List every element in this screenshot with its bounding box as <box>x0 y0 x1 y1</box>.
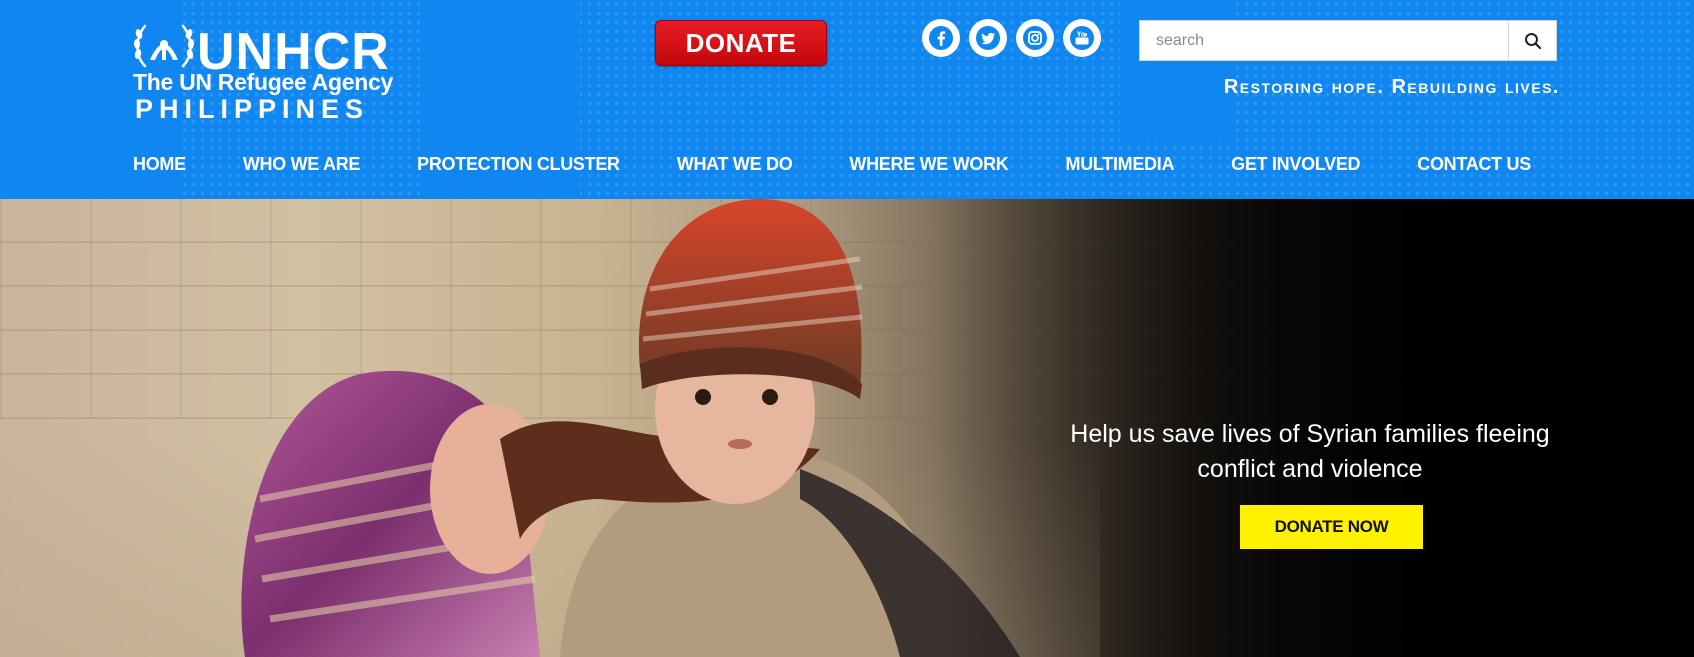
search-button[interactable] <box>1508 21 1556 60</box>
hero-headline: Help us save lives of Syrian families fl… <box>1070 420 1550 483</box>
hero-banner: Help us save lives of Syrian families fl… <box>0 199 1694 657</box>
facebook-link[interactable] <box>922 19 960 57</box>
youtube-icon <box>1070 26 1094 50</box>
search-icon <box>1524 32 1541 49</box>
main-nav: HOME WHO WE ARE PROTECTION CLUSTER WHAT … <box>133 154 1588 178</box>
site-header: UNHCR The UN Refugee Agency PHILIPPINES … <box>0 0 1694 199</box>
donate-button[interactable]: DONATE <box>655 20 827 66</box>
site-logo[interactable]: UNHCR The UN Refugee Agency PHILIPPINES <box>133 18 408 126</box>
instagram-icon <box>1023 26 1047 50</box>
nav-item-where-we-work[interactable]: WHERE WE WORK <box>849 154 1008 178</box>
nav-item-home[interactable]: HOME <box>133 154 186 178</box>
twitter-icon <box>976 26 1000 50</box>
nav-item-get-involved[interactable]: GET INVOLVED <box>1231 154 1360 178</box>
facebook-icon <box>929 26 953 50</box>
search-box <box>1139 20 1557 61</box>
nav-item-multimedia[interactable]: MULTIMEDIA <box>1066 154 1175 178</box>
instagram-link[interactable] <box>1016 19 1054 57</box>
twitter-link[interactable] <box>969 19 1007 57</box>
nav-item-who-we-are[interactable]: WHO WE ARE <box>243 154 361 178</box>
logo-country: PHILIPPINES <box>135 94 370 124</box>
slogan: Restoring hope. Rebuilding lives. <box>1223 76 1560 98</box>
nav-item-what-we-do[interactable]: WHAT WE DO <box>677 154 793 178</box>
logo-tagline: The UN Refugee Agency <box>133 69 393 95</box>
nav-item-contact-us[interactable]: CONTACT US <box>1417 154 1531 178</box>
donate-now-button[interactable]: DONATE NOW <box>1240 505 1423 549</box>
search-input[interactable] <box>1140 21 1510 60</box>
youtube-link[interactable] <box>1063 19 1101 57</box>
unhcr-laurel-emblem-icon <box>133 24 195 68</box>
nav-item-protection-cluster[interactable]: PROTECTION CLUSTER <box>417 154 620 178</box>
